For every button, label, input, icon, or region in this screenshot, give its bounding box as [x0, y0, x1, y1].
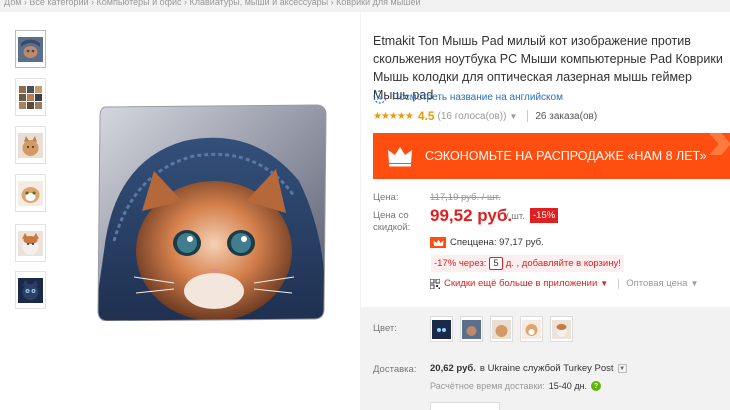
rating-row: ★★★★★ 4.5 (16 голоса(ов)) ▼ 26 заказа(ов…	[373, 109, 597, 123]
chevron-right-icon	[708, 133, 730, 155]
delivery-time-row: Расчётное время доставки: 15-40 дн. ?	[430, 381, 602, 391]
color-label: Цвет:	[373, 323, 397, 334]
discount-badge: -15%	[530, 208, 559, 223]
product-options: Цвет: Доставка: 20,62 руб. в Ukraine слу…	[361, 307, 730, 410]
special-price: Спеццена: 97,17 руб.	[450, 237, 544, 248]
chevron-down-icon[interactable]: ▼	[690, 279, 698, 288]
crown-icon	[388, 147, 412, 167]
rating-value: 4.5	[417, 109, 435, 123]
thumbnail-6[interactable]	[15, 271, 46, 309]
thumbnail-2[interactable]	[15, 78, 46, 116]
qr-icon	[430, 278, 440, 289]
price-label: Цена:	[373, 192, 399, 203]
bulk-discount-prefix: -17% через:	[434, 258, 487, 269]
thumbnail-5[interactable]	[15, 224, 46, 262]
shipping-row: 20,62 руб. в Ukraine службой Turkey Post…	[430, 363, 627, 374]
discount-price-label: Цена со скидкой:	[373, 210, 411, 233]
delivery-time-value: 15-40 дн.	[548, 381, 588, 391]
wholesale-price-link[interactable]: Оптовая цена	[626, 278, 687, 289]
color-swatch[interactable]	[520, 316, 543, 342]
rating-votes[interactable]: (16 голоса(ов))	[438, 111, 507, 122]
breadcrumb[interactable]: Дом › Все категории › Компьютеры и офис …	[0, 0, 730, 10]
shipping-label: Доставка:	[373, 364, 417, 375]
special-price-row: Спеццена: 97,17 руб.	[430, 237, 544, 248]
thumbnail-1[interactable]	[15, 30, 46, 68]
color-swatch[interactable]	[430, 316, 453, 342]
cat-mousepad-image	[97, 104, 327, 322]
thumbnail-image	[18, 230, 43, 256]
image-gallery	[0, 12, 360, 410]
delivery-time-label: Расчётное время доставки:	[430, 381, 545, 391]
price-unit: / шт.	[506, 211, 525, 222]
quantity-field[interactable]	[430, 402, 500, 410]
svg-text:A: A	[377, 95, 382, 102]
orders-count: 26 заказа(ов)	[535, 110, 598, 122]
chevron-down-icon[interactable]: ▼	[509, 112, 517, 121]
color-swatch[interactable]	[460, 316, 483, 342]
help-icon[interactable]: ?	[591, 381, 602, 391]
translate-icon: A	[373, 90, 387, 104]
thumbnail-4[interactable]	[15, 174, 46, 212]
translate-link[interactable]: A Посмотреть название на английском	[373, 90, 563, 104]
product-details: Etmakit Топ Мышь Pad милый кот изображен…	[361, 12, 730, 312]
promo-banner[interactable]: СЭКОНОМЬТЕ НА РАСПРОДАЖЕ «НАМ 8 ЛЕТ»	[373, 133, 730, 179]
star-rating-icon[interactable]: ★★★★★	[373, 111, 414, 122]
crown-icon	[430, 237, 446, 248]
app-discount-link[interactable]: Скидки ещё больше в приложении	[444, 278, 597, 289]
app-discount-row: Скидки ещё больше в приложении ▼ Оптовая…	[430, 278, 701, 289]
color-swatches	[430, 316, 573, 342]
bulk-discount-row: -17% через: 5 д. , добавляйте в корзину!	[431, 255, 624, 272]
color-swatch[interactable]	[490, 316, 513, 342]
color-swatch[interactable]	[550, 316, 573, 342]
divider	[527, 110, 529, 122]
thumbnail-3[interactable]	[15, 126, 46, 164]
bulk-discount-suffix: д. , добавляйте в корзину!	[505, 258, 621, 269]
shipping-destination[interactable]: в Ukraine службой Turkey Post	[480, 363, 614, 374]
main-product-image[interactable]	[94, 101, 328, 322]
thumbnail-image	[18, 36, 43, 62]
chevron-down-icon[interactable]: ▼	[617, 364, 627, 373]
thumbnail-image	[18, 84, 43, 110]
discount-price: 99,52 руб.	[430, 206, 513, 225]
thumbnail-image	[18, 132, 43, 158]
promo-text: СЭКОНОМЬТЕ НА РАСПРОДАЖЕ «НАМ 8 ЛЕТ»	[425, 149, 707, 163]
thumbnail-image	[18, 180, 43, 206]
product-page: Дом › Все категории › Компьютеры и офис …	[0, 0, 730, 410]
chevron-down-icon[interactable]: ▼	[600, 279, 608, 288]
shipping-cost: 20,62 руб.	[430, 363, 476, 374]
divider	[618, 278, 620, 289]
bulk-quantity: 5	[489, 257, 503, 270]
thumbnail-image	[18, 277, 43, 303]
translate-link-text[interactable]: Посмотреть название на английском	[392, 92, 563, 103]
old-price: 117,19 руб. / шт.	[430, 192, 501, 203]
